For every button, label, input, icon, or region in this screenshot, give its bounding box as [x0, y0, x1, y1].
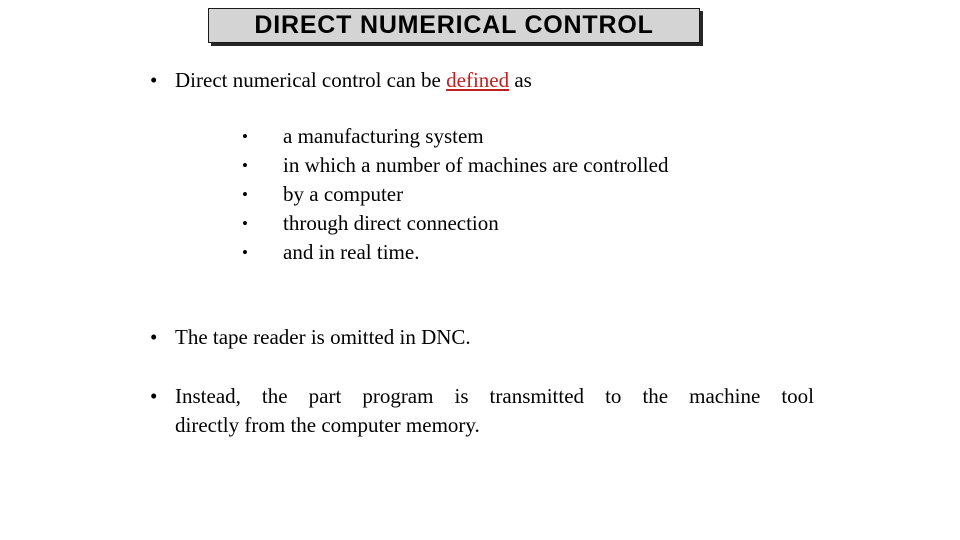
intro-text-after: as — [509, 68, 532, 92]
defined-link[interactable]: defined — [446, 68, 509, 92]
bullet-closing: • Instead, the part program is transmitt… — [150, 382, 814, 440]
definition-item-text: in which a number of machines are contro… — [283, 153, 669, 177]
closing-line-1: Instead, the part program is transmitted… — [175, 384, 814, 408]
sub-bullet-marker-icon: • — [242, 243, 248, 262]
closing-line-2: directly from the computer memory. — [175, 413, 480, 437]
definition-item-text: and in real time. — [283, 240, 420, 264]
bullet-tape-reader: • The tape reader is omitted in DNC. — [150, 323, 814, 352]
definition-item-text: through direct connection — [283, 211, 499, 235]
list-item: • by a computer — [242, 180, 814, 209]
bullet-marker-icon: • — [150, 325, 158, 349]
slide-title-banner: DIRECT NUMERICAL CONTROL — [208, 8, 700, 43]
bullet-marker-icon: • — [150, 384, 158, 408]
bullet-closing-text: Instead, the part program is transmitted… — [175, 382, 814, 440]
sub-bullet-marker-icon: • — [242, 127, 248, 146]
page-title: DIRECT NUMERICAL CONTROL — [254, 11, 654, 39]
sub-bullet-marker-icon: • — [242, 156, 248, 175]
bullet-marker-icon: • — [150, 68, 158, 92]
bullet-tape-reader-text: The tape reader is omitted in DNC. — [175, 325, 471, 349]
intro-text-before: Direct numerical control can be — [175, 68, 447, 92]
bullet-intro: • Direct numerical control can be define… — [150, 66, 814, 95]
list-item: • through direct connection — [242, 209, 814, 238]
list-item: • a manufacturing system — [242, 122, 814, 151]
bullet-intro-text: Direct numerical control can be defined … — [175, 66, 814, 95]
definition-item-text: a manufacturing system — [283, 124, 484, 148]
definition-list: • a manufacturing system • in which a nu… — [242, 122, 814, 267]
sub-bullet-marker-icon: • — [242, 214, 248, 233]
list-item: • in which a number of machines are cont… — [242, 151, 814, 180]
slide-body: • Direct numerical control can be define… — [150, 66, 814, 440]
list-item: • and in real time. — [242, 238, 814, 267]
sub-bullet-marker-icon: • — [242, 185, 248, 204]
definition-item-text: by a computer — [283, 182, 404, 206]
